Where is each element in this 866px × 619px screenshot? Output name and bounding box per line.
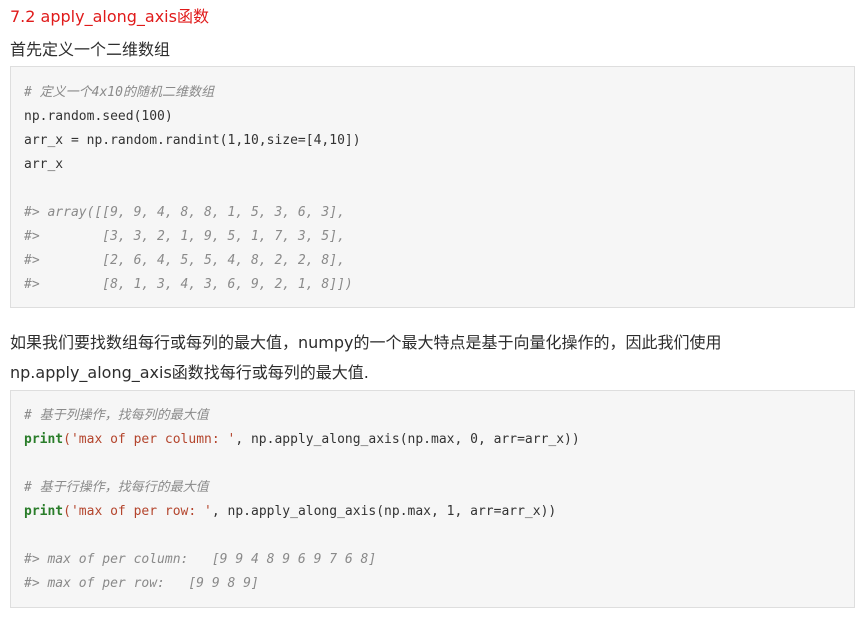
print-keyword: print [24, 432, 64, 447]
output-line: #> [3, 3, 2, 1, 9, 5, 1, 7, 3, 5], [24, 229, 345, 244]
code-line: print('max of per column: ', np.apply_al… [24, 428, 580, 452]
output-line: #> max of per row: [9 9 8 9] [24, 576, 259, 591]
code-comment: # 基于行操作，找每行的最大值 [24, 480, 209, 495]
code-comment: # 定义一个4x10的随机二维数组 [24, 85, 214, 100]
explanation-line-1: 如果我们要找数组每行或每列的最大值，numpy的一个最大特点是基于向量化操作的，… [10, 333, 722, 352]
section-heading: 7.2 apply_along_axis函数 [10, 7, 209, 26]
code-comment: # 基于列操作，找每列的最大值 [24, 408, 209, 423]
string-literal: ('max of per row: ' [63, 504, 212, 519]
intro-text: 首先定义一个二维数组 [10, 40, 171, 59]
code-rest: , np.apply_along_axis(np.max, 1, arr=arr… [211, 504, 557, 519]
print-keyword: print [24, 504, 64, 519]
code-line: np.random.seed(100) [24, 109, 173, 124]
output-line: #> max of per column: [9 9 4 8 9 6 9 7 6… [24, 552, 377, 567]
code-line: arr_x [24, 157, 64, 172]
code-rest: , np.apply_along_axis(np.max, 0, arr=arr… [235, 432, 580, 447]
code-line: print('max of per row: ', np.apply_along… [24, 500, 556, 524]
output-line: #> [2, 6, 4, 5, 5, 4, 8, 2, 2, 8], [24, 253, 345, 268]
output-line: #> array([[9, 9, 4, 8, 8, 1, 5, 3, 6, 3]… [24, 205, 345, 220]
code-block-1: # 定义一个4x10的随机二维数组 np.random.seed(100) ar… [10, 66, 855, 308]
code-block-2: # 基于列操作，找每列的最大值 print('max of per column… [10, 390, 855, 608]
explanation-text: 如果我们要找数组每行或每列的最大值，numpy的一个最大特点是基于向量化操作的，… [10, 328, 722, 388]
explanation-line-2: np.apply_along_axis函数找每行或每列的最大值. [10, 363, 369, 382]
output-line: #> [8, 1, 3, 4, 3, 6, 9, 2, 1, 8]]) [24, 277, 353, 292]
string-literal: ('max of per column: ' [63, 432, 236, 447]
code-line: arr_x = np.random.randint(1,10,size=[4,1… [24, 133, 361, 148]
